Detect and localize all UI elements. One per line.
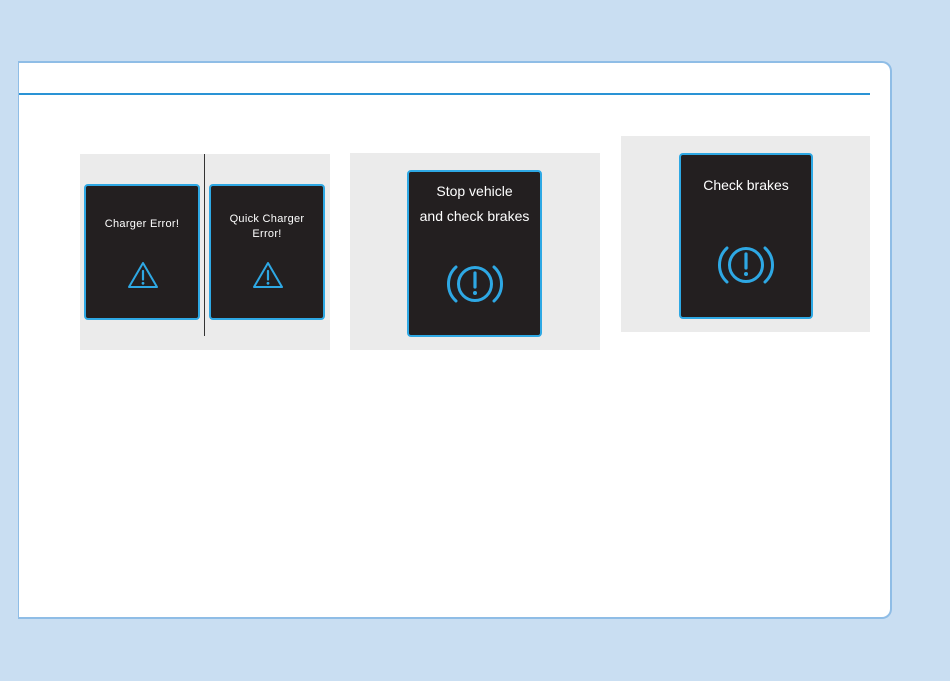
check-brakes-message: Check brakes — [703, 177, 789, 193]
check-brakes-panel: Check brakes — [621, 136, 870, 332]
quick-charger-error-message-line-2: Error! — [252, 228, 282, 240]
quick-charger-error-message-line-1: Quick Charger — [229, 213, 305, 225]
screen-divider — [204, 154, 205, 336]
brake-warning-icon — [446, 265, 504, 303]
charger-error-screen: Charger Error! — [84, 184, 200, 320]
stop-vehicle-screen: Stop vehicle and check brakes — [407, 170, 542, 337]
check-brakes-screen: Check brakes — [679, 153, 813, 319]
charger-error-message: Charger Error! — [104, 218, 180, 230]
warning-triangle-icon — [253, 262, 283, 288]
quick-charger-error-screen: Quick Charger Error! — [209, 184, 325, 320]
warning-triangle-icon — [128, 262, 158, 288]
charger-error-panel: Charger Error! Quick Charger Error! — [80, 154, 330, 350]
header-rule — [19, 93, 870, 95]
stop-vehicle-panel: Stop vehicle and check brakes — [350, 153, 600, 350]
brake-warning-icon — [717, 246, 775, 284]
stop-vehicle-message-line-2: and check brakes — [419, 208, 530, 224]
stop-vehicle-message-line-1: Stop vehicle — [436, 183, 513, 199]
